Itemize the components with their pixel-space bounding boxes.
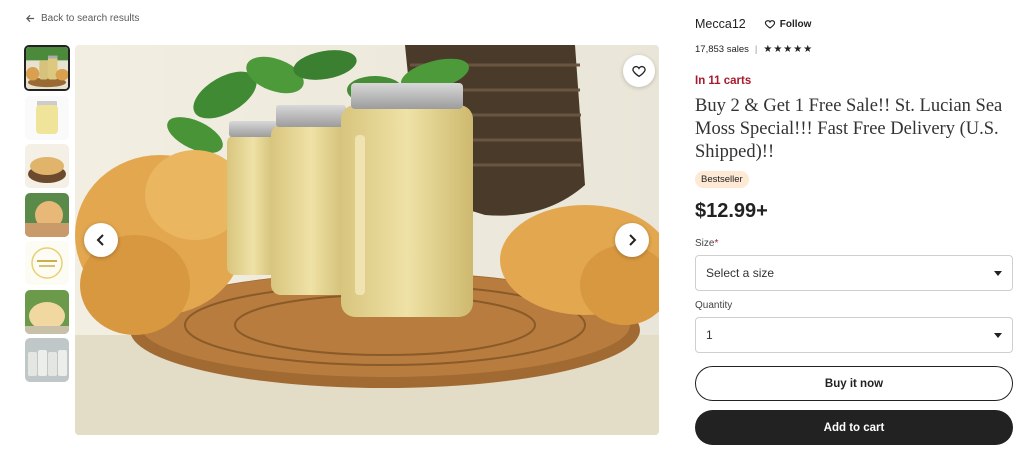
divider: | bbox=[754, 44, 758, 55]
shop-name-link[interactable]: Mecca12 bbox=[695, 17, 746, 31]
next-image-button[interactable] bbox=[615, 223, 649, 257]
size-select-value: Select a size bbox=[706, 266, 775, 280]
thumbnail-5[interactable] bbox=[25, 241, 69, 285]
previous-image-button[interactable] bbox=[84, 223, 118, 257]
size-label-text: Size bbox=[695, 238, 715, 249]
caret-down-icon bbox=[994, 332, 1002, 338]
thumbnail-2[interactable] bbox=[25, 95, 69, 140]
thumbnail-1[interactable] bbox=[24, 45, 70, 91]
buy-now-button[interactable]: Buy it now bbox=[695, 366, 1013, 401]
back-link-label: Back to search results bbox=[41, 13, 140, 24]
sales-row: 17,853 sales | ★ ★ ★ ★ ★ bbox=[695, 44, 812, 55]
add-to-cart-button[interactable]: Add to cart bbox=[695, 410, 1013, 445]
quantity-label: Quantity bbox=[695, 300, 733, 311]
caret-down-icon bbox=[994, 270, 1002, 276]
chevron-right-icon bbox=[629, 234, 637, 246]
star-icon: ★ bbox=[763, 44, 773, 55]
quantity-select-value: 1 bbox=[706, 328, 713, 342]
required-mark: * bbox=[714, 238, 719, 249]
thumbnail-7[interactable] bbox=[25, 338, 69, 382]
heart-icon bbox=[764, 20, 775, 29]
star-icon: ★ bbox=[793, 44, 803, 55]
star-icon: ★ bbox=[783, 44, 793, 55]
main-product-photo bbox=[75, 45, 659, 435]
back-to-search-link[interactable]: Back to search results bbox=[26, 13, 139, 24]
favorite-button[interactable] bbox=[623, 55, 655, 87]
size-select[interactable]: Select a size bbox=[695, 255, 1013, 291]
follow-label: Follow bbox=[779, 18, 812, 30]
size-label: Size* bbox=[695, 238, 718, 249]
sales-count: 17,853 sales bbox=[695, 44, 749, 55]
in-carts-notice: In 11 carts bbox=[695, 75, 752, 87]
chevron-left-icon bbox=[96, 234, 104, 246]
star-icon: ★ bbox=[773, 44, 783, 55]
follow-button[interactable]: Follow bbox=[764, 18, 812, 30]
bestseller-badge: Bestseller bbox=[695, 171, 749, 188]
star-rating[interactable]: ★ ★ ★ ★ ★ bbox=[763, 44, 812, 55]
thumbnail-3[interactable] bbox=[25, 144, 69, 188]
shop-row: Mecca12 Follow bbox=[695, 17, 811, 31]
heart-icon bbox=[632, 65, 646, 78]
listing-title: Buy 2 & Get 1 Free Sale!! St. Lucian Sea… bbox=[695, 96, 1003, 162]
thumbnail-6[interactable] bbox=[25, 289, 69, 334]
quantity-select[interactable]: 1 bbox=[695, 317, 1013, 353]
thumbnail-strip bbox=[24, 45, 71, 387]
arrow-left-icon bbox=[26, 14, 35, 23]
thumbnail-4[interactable] bbox=[25, 192, 69, 237]
star-icon: ★ bbox=[803, 44, 813, 55]
price: $12.99+ bbox=[695, 200, 768, 222]
